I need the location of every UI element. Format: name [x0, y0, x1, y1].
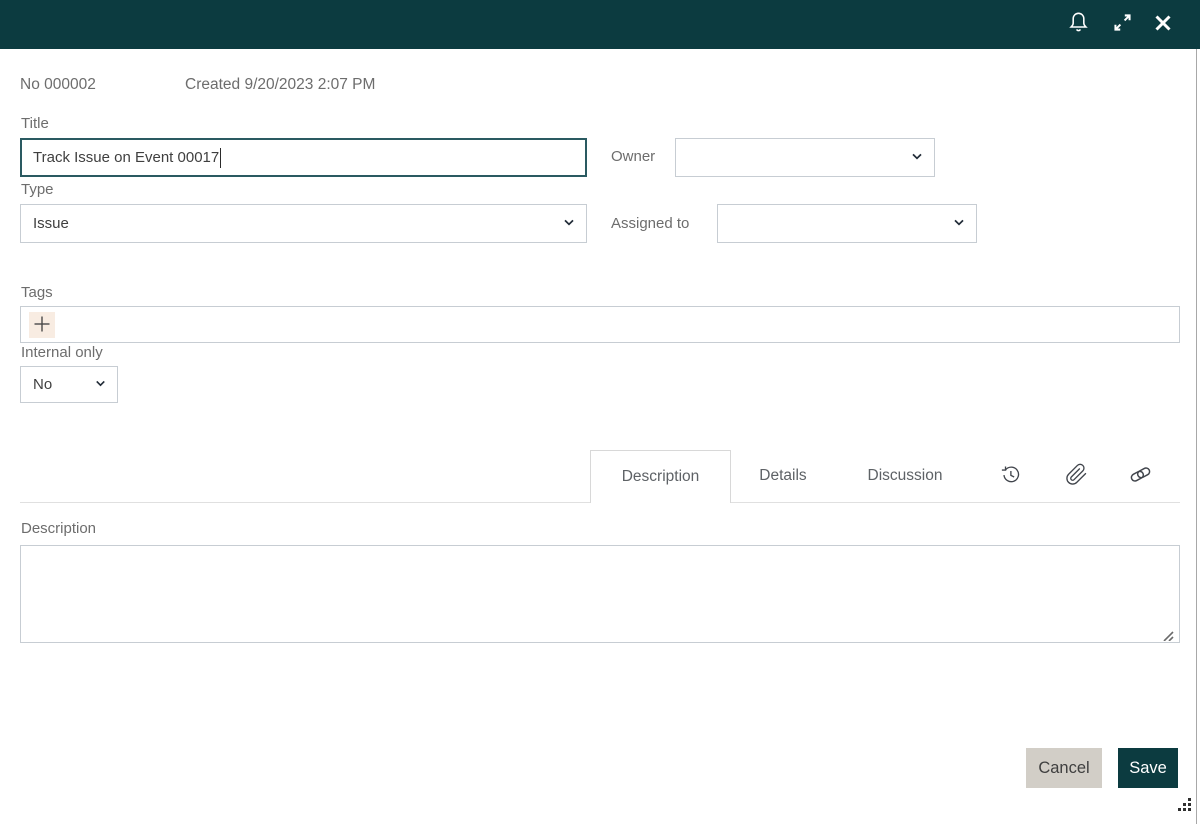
- link-icon: [1128, 462, 1153, 490]
- owner-label: Owner: [611, 148, 656, 165]
- type-select-value: Issue: [33, 215, 69, 232]
- chevron-down-icon: [951, 214, 967, 234]
- chevron-down-icon: [561, 214, 577, 234]
- description-label: Description: [21, 520, 97, 537]
- title-input-value: Track Issue on Event 00017: [33, 149, 220, 166]
- link-button[interactable]: [1126, 462, 1154, 490]
- close-button[interactable]: [1147, 8, 1179, 40]
- save-button[interactable]: Save: [1118, 748, 1178, 788]
- paperclip-icon: [1065, 463, 1088, 489]
- assigned-to-select[interactable]: [717, 204, 977, 243]
- type-select[interactable]: Issue: [20, 204, 587, 243]
- window-right-border: [1196, 49, 1197, 824]
- attachments-button[interactable]: [1062, 462, 1090, 490]
- history-button[interactable]: [996, 462, 1024, 490]
- plus-icon: [33, 315, 51, 336]
- title-label: Title: [21, 115, 49, 132]
- expand-icon: [1112, 12, 1133, 36]
- type-label: Type: [21, 181, 54, 198]
- text-caret: [220, 147, 222, 168]
- record-number: No 000002: [20, 76, 96, 93]
- title-input[interactable]: Track Issue on Event 00017: [20, 138, 587, 177]
- internal-only-select[interactable]: No: [20, 366, 118, 403]
- notifications-button[interactable]: [1062, 8, 1094, 40]
- tags-container[interactable]: [20, 306, 1180, 343]
- close-icon: [1152, 12, 1174, 37]
- internal-only-label: Internal only: [21, 344, 103, 361]
- chevron-down-icon: [93, 375, 108, 394]
- chevron-down-icon: [909, 148, 925, 168]
- window-resize-grip-icon[interactable]: [1176, 796, 1193, 813]
- tab-description[interactable]: Description: [590, 450, 731, 503]
- owner-select[interactable]: [675, 138, 935, 177]
- created-timestamp: Created 9/20/2023 2:07 PM: [185, 76, 376, 93]
- assigned-to-label: Assigned to: [611, 215, 690, 232]
- bell-icon: [1066, 10, 1091, 38]
- internal-only-select-value: No: [33, 376, 53, 393]
- issue-dialog: No 000002 Created 9/20/2023 2:07 PM Titl…: [0, 0, 1200, 824]
- dialog-titlebar: [0, 0, 1200, 49]
- tags-label: Tags: [21, 284, 53, 301]
- description-textarea[interactable]: [20, 545, 1180, 643]
- tab-discussion[interactable]: Discussion: [840, 450, 970, 502]
- expand-button[interactable]: [1106, 8, 1138, 40]
- history-icon: [999, 463, 1022, 489]
- tab-details[interactable]: Details: [733, 450, 833, 502]
- add-tag-button[interactable]: [29, 312, 55, 338]
- cancel-button[interactable]: Cancel: [1026, 748, 1102, 788]
